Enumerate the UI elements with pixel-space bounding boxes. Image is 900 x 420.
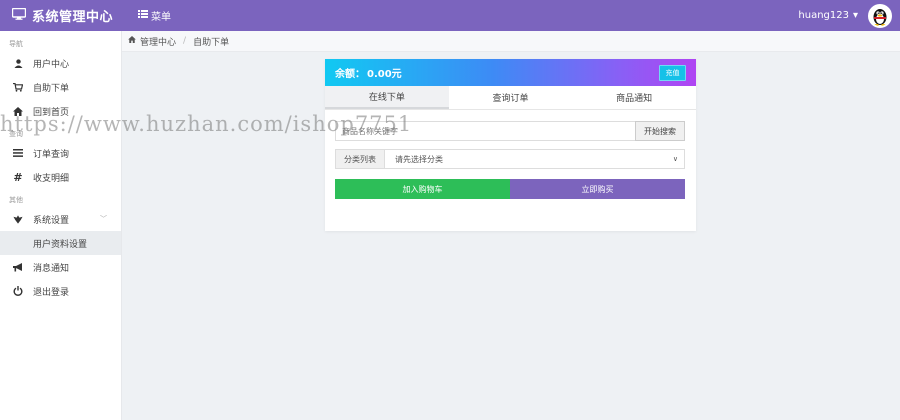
search-row: 商品名称关键字 开始搜索 [335,121,685,141]
category-selected-value: 请先选择分类 [395,154,443,164]
user-icon [13,58,23,68]
sidebar-item-order-query[interactable]: 订单查询 [0,141,121,165]
breadcrumb-separator: / [183,36,187,46]
action-buttons: 加入购物车 立即购买 [335,179,685,199]
sidebar-item-label: 系统设置 [33,215,70,226]
recharge-button[interactable]: 充值 [659,64,686,81]
home-icon [13,106,23,116]
app-title: 系统管理中心 [32,10,114,25]
chevron-down-icon: ﹀ [100,215,107,223]
sidebar-section-nav: 导航 [9,40,23,48]
menu-icon [138,10,148,21]
menu-toggle-button[interactable]: 菜单 [138,8,171,23]
power-icon [13,286,23,296]
sidebar-subitem-profile-settings[interactable]: 用户资料设置 [0,231,121,255]
sidebar-item-label: 自助下单 [33,83,70,94]
category-select[interactable]: 请先选择分类 ∨ [384,149,685,169]
balance-header: 余额： 0.00元 充值 [325,59,696,86]
hash-icon: # [13,170,23,184]
sidebar-item-label: 回到首页 [33,107,70,118]
home-icon [128,36,136,46]
sidebar-item-label: 退出登录 [33,287,70,298]
tab-online-order[interactable]: 在线下单 [325,86,449,109]
buy-now-button[interactable]: 立即购买 [510,179,685,199]
sidebar-item-label: 消息通知 [33,263,70,274]
settings-icon [13,214,23,224]
search-input[interactable]: 商品名称关键字 [335,121,635,141]
sidebar-item-system-settings[interactable]: 系统设置 ﹀ [0,207,121,231]
sidebar-item-label: 收支明细 [33,173,70,184]
top-navbar: 系统管理中心 菜单 huang123 ▾ [0,0,900,31]
search-button[interactable]: 开始搜索 [635,121,685,141]
menu-label: 菜单 [151,12,171,23]
balance-label: 余额： [335,69,365,80]
sidebar-item-user-center[interactable]: 用户中心 [0,51,121,75]
category-label: 分类列表 [335,149,384,169]
add-to-cart-button[interactable]: 加入购物车 [335,179,510,199]
sidebar-item-home[interactable]: 回到首页 [0,99,121,123]
cart-icon [13,82,23,92]
sidebar-item-notifications[interactable]: 消息通知 [0,255,121,279]
monitor-icon [11,7,27,23]
breadcrumb-current: 自助下单 [193,37,230,48]
balance-value: 0.00元 [367,69,402,80]
bullhorn-icon [13,262,23,272]
breadcrumb: 管理中心 / 自助下单 [122,31,900,52]
sidebar-section-query: 查询 [9,130,23,138]
tab-product-notice[interactable]: 商品通知 [572,86,696,109]
sidebar-item-logout[interactable]: 退出登录 [0,279,121,303]
username: huang123 [798,10,849,21]
tab-query-order[interactable]: 查询订单 [449,86,573,109]
category-row: 分类列表 请先选择分类 ∨ [335,149,685,169]
sidebar-item-label: 用户中心 [33,59,70,70]
list-icon [13,149,23,157]
breadcrumb-home-link[interactable]: 管理中心 [140,35,176,48]
sidebar-item-self-order[interactable]: 自助下单 [0,75,121,99]
qq-penguin-icon [873,8,887,26]
brand[interactable]: 系统管理中心 [0,0,122,31]
chevron-down-icon: ∨ [672,155,678,163]
chevron-down-icon: ▾ [852,10,858,21]
order-card: 余额： 0.00元 充值 在线下单 查询订单 商品通知 商品名称关键字 开始搜索… [325,59,696,231]
sidebar-item-label: 订单查询 [33,149,70,160]
sidebar-section-other: 其他 [9,196,23,204]
sidebar: 导航 用户中心 自助下单 回到首页 查询 订单查询 # 收支明细 其他 系统设置… [0,31,122,420]
order-tabs: 在线下单 查询订单 商品通知 [325,86,696,110]
user-menu[interactable]: huang123 ▾ [798,3,892,28]
avatar[interactable] [868,3,892,28]
sidebar-item-transactions[interactable]: # 收支明细 [0,165,121,189]
